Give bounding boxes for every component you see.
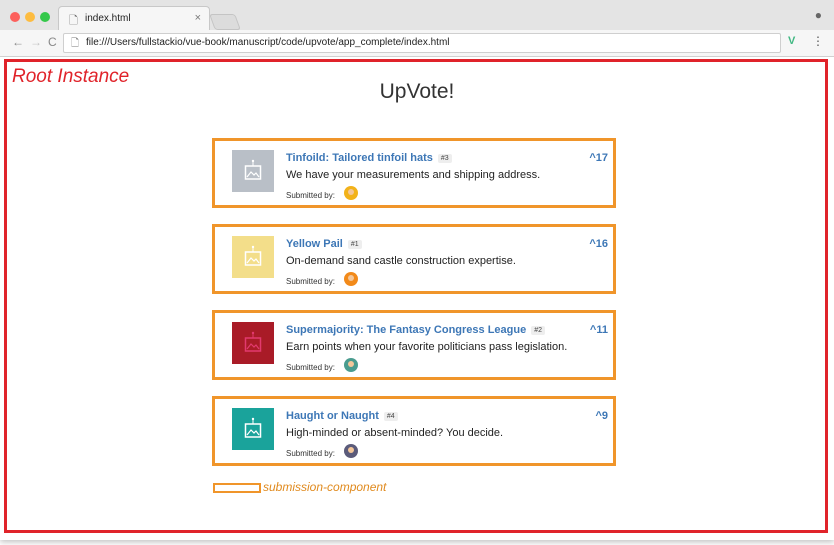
submission-id-badge: #1	[347, 239, 362, 249]
submission-description: High-minded or absent-minded? You decide…	[286, 427, 504, 439]
vue-devtools-extension-icon[interactable]: V	[788, 35, 795, 47]
submission-id-badge: #2	[531, 325, 546, 335]
reload-button[interactable]: C	[48, 35, 57, 49]
submission-title-link[interactable]: Supermajority: The Fantasy Congress Leag…	[286, 324, 546, 336]
submission-title-link[interactable]: Haught or Naught #4	[286, 410, 398, 422]
page-icon: 🗋	[71, 38, 80, 49]
back-button[interactable]: ←	[12, 35, 24, 49]
submission-title[interactable]: Yellow Pail	[286, 238, 343, 250]
component-legend-label: submission-component	[263, 480, 387, 494]
tab-title: index.html	[85, 13, 131, 24]
upvote-button[interactable]: ^17	[589, 152, 608, 164]
submission-thumbnail	[232, 322, 274, 364]
image-placeholder-icon	[244, 245, 262, 266]
avatar	[344, 444, 358, 458]
browser-toolbar: ← → C 🗋 file:///Users/fullstackio/vue-bo…	[0, 30, 834, 57]
browser-window: 🗋 index.html × ● ← → C 🗋 file:///Users/f…	[0, 0, 834, 540]
browser-tab[interactable]: 🗋 index.html ×	[58, 6, 210, 31]
avatar	[344, 358, 358, 372]
submission-title-link[interactable]: Tinfoild: Tailored tinfoil hats #3	[286, 152, 452, 164]
new-tab-button[interactable]	[209, 14, 241, 30]
submission-card: Supermajority: The Fantasy Congress Leag…	[212, 310, 616, 380]
avatar	[344, 186, 358, 200]
profile-icon[interactable]: ●	[815, 8, 822, 22]
submission-title[interactable]: Supermajority: The Fantasy Congress Leag…	[286, 324, 526, 336]
tab-bar: 🗋 index.html × ●	[0, 0, 834, 31]
page-icon: 🗋	[69, 15, 78, 27]
submission-description: We have your measurements and shipping a…	[286, 169, 541, 181]
browser-menu-icon[interactable]: ⋮	[812, 34, 824, 48]
submission-title[interactable]: Haught or Naught	[286, 410, 379, 422]
submission-id-badge: #3	[437, 153, 452, 163]
upvote-button[interactable]: ^11	[590, 324, 608, 336]
submission-title-link[interactable]: Yellow Pail #1	[286, 238, 362, 250]
url-text: file:///Users/fullstackio/vue-book/manus…	[86, 37, 450, 48]
app-title: UpVote!	[379, 80, 455, 103]
image-placeholder-icon	[244, 331, 262, 352]
image-placeholder-icon	[244, 417, 262, 438]
submission-card: Yellow Pail #1 On-demand sand castle cons…	[212, 224, 616, 294]
submission-thumbnail	[232, 236, 274, 278]
tab-close-icon[interactable]: ×	[195, 12, 201, 24]
vote-count: 9	[601, 410, 608, 422]
submitted-by-label: Submitted by:	[286, 191, 335, 200]
submission-thumbnail	[232, 150, 274, 192]
address-bar[interactable]: 🗋 file:///Users/fullstackio/vue-book/man…	[63, 33, 781, 53]
minimize-window-button[interactable]	[25, 12, 35, 22]
submitted-by-label: Submitted by:	[286, 449, 335, 458]
submission-description: On-demand sand castle construction exper…	[286, 255, 516, 267]
vote-count: 11	[596, 324, 608, 336]
submission-id-badge: #4	[383, 411, 398, 421]
image-placeholder-icon	[244, 159, 262, 180]
submitted-by-label: Submitted by:	[286, 277, 335, 286]
upvote-button[interactable]: ^9	[595, 410, 608, 422]
submission-title[interactable]: Tinfoild: Tailored tinfoil hats	[286, 152, 433, 164]
vote-count: 16	[595, 238, 608, 250]
submitted-by-label: Submitted by:	[286, 363, 335, 372]
submission-card: Haught or Naught #4 High-minded or absent…	[212, 396, 616, 466]
upvote-button[interactable]: ^16	[589, 238, 608, 250]
forward-button[interactable]: →	[30, 35, 42, 49]
submission-thumbnail	[232, 408, 274, 450]
vote-count: 17	[595, 152, 608, 164]
submission-card: Tinfoild: Tailored tinfoil hats #3 We hav…	[212, 138, 616, 208]
close-window-button[interactable]	[10, 12, 20, 22]
avatar	[344, 272, 358, 286]
zoom-window-button[interactable]	[40, 12, 50, 22]
component-legend-swatch	[213, 483, 261, 493]
submission-description: Earn points when your favorite politicia…	[286, 341, 568, 353]
